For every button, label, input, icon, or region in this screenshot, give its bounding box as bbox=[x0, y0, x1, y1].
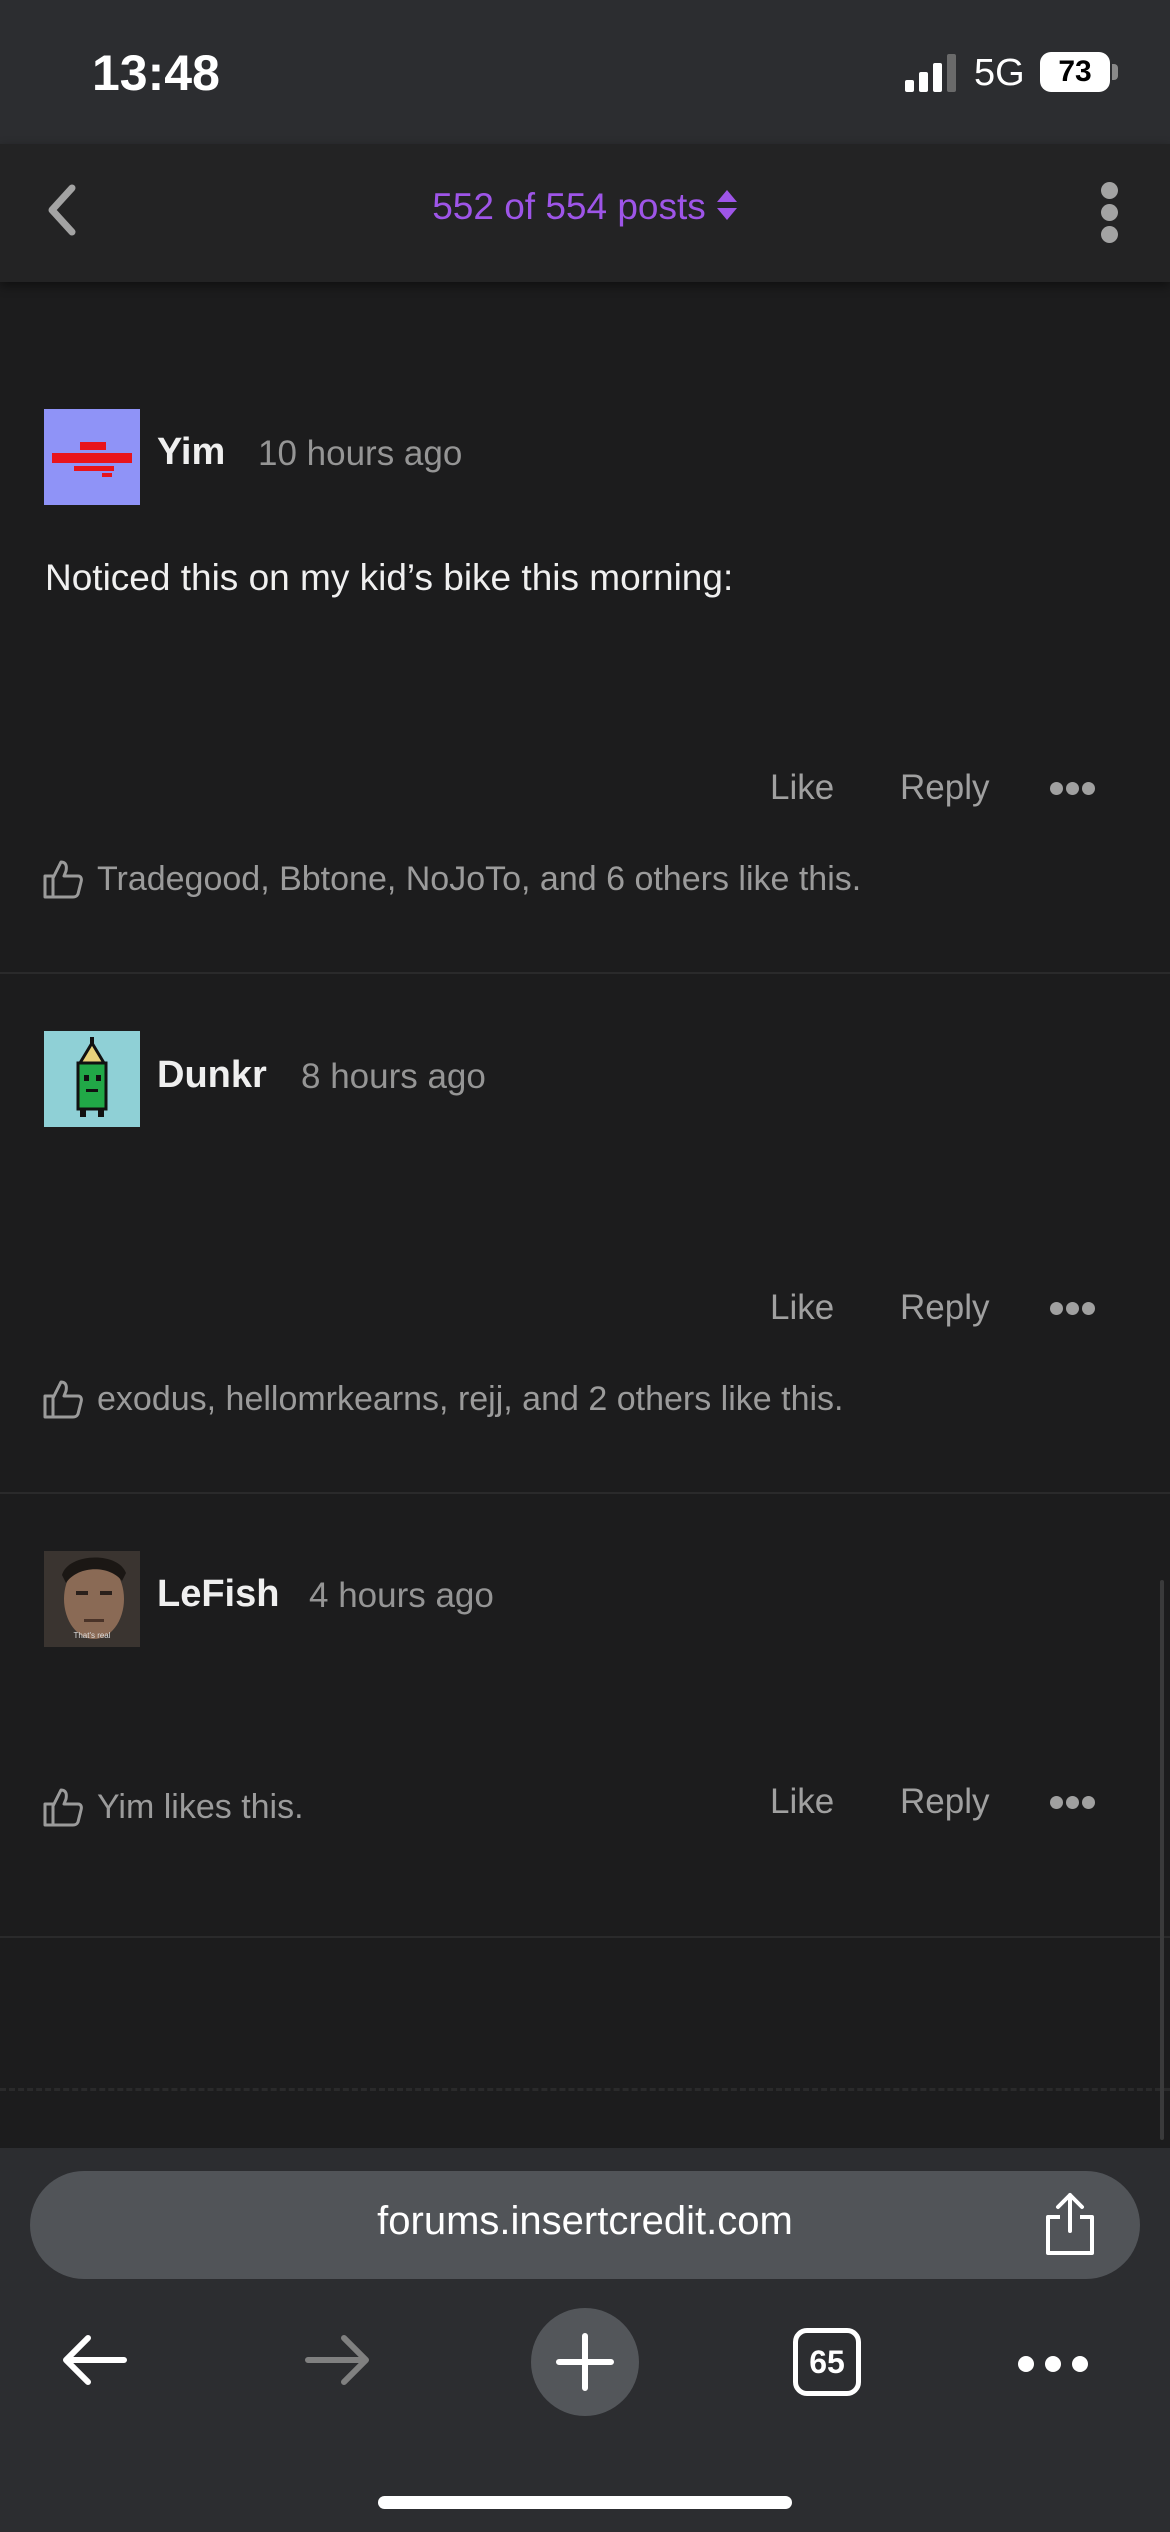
new-tab-button[interactable] bbox=[531, 2308, 639, 2416]
more-icon[interactable] bbox=[1018, 2356, 1088, 2372]
likers-text[interactable]: Yim likes this. bbox=[97, 1788, 304, 1827]
forward-arrow-icon[interactable] bbox=[302, 2330, 374, 2390]
plus-icon bbox=[556, 2333, 614, 2391]
post-body: Noticed this on my kid’s bike this morni… bbox=[45, 557, 734, 598]
reply-button[interactable]: Reply bbox=[900, 768, 989, 808]
like-button[interactable]: Like bbox=[770, 1288, 834, 1328]
like-button[interactable]: Like bbox=[770, 768, 834, 808]
sort-icon bbox=[716, 190, 737, 220]
avatar-lefish[interactable]: That's real bbox=[44, 1551, 140, 1647]
timeline-divider bbox=[0, 2088, 1170, 2091]
battery-nub bbox=[1112, 64, 1118, 80]
back-arrow-icon[interactable] bbox=[58, 2330, 130, 2390]
topic-header: 552 of 554 posts bbox=[0, 144, 1170, 282]
post-lefish: That's real LeFish 4 hours ago Yim likes… bbox=[0, 1494, 1170, 1938]
address-bar-url: forums.insertcredit.com bbox=[377, 2199, 793, 2243]
post-dunkr: Dunkr 8 hours ago Like Reply exodus, hel… bbox=[0, 974, 1170, 1494]
like-button[interactable]: Like bbox=[770, 1782, 834, 1822]
status-time: 13:48 bbox=[92, 45, 220, 101]
battery-icon: 73 bbox=[1040, 52, 1110, 92]
avatar-dunkr[interactable] bbox=[44, 1031, 140, 1127]
signal-icon bbox=[905, 54, 956, 92]
tabs-button[interactable]: 65 bbox=[793, 2328, 861, 2396]
post-username[interactable]: LeFish bbox=[157, 1573, 279, 1616]
home-indicator[interactable] bbox=[378, 2496, 792, 2509]
avatar-dunkr-image bbox=[76, 1037, 108, 1117]
post-counter-label: 552 of 554 posts bbox=[432, 186, 706, 227]
likers-text[interactable]: exodus, hellomrkearns, rejj, and 2 other… bbox=[97, 1380, 843, 1419]
reply-button[interactable]: Reply bbox=[900, 1288, 989, 1328]
status-bar: 13:48 5G 73 bbox=[0, 0, 1170, 144]
post-timestamp[interactable]: 8 hours ago bbox=[301, 1057, 486, 1097]
network-type: 5G bbox=[974, 52, 1025, 94]
more-dots-icon[interactable] bbox=[1050, 782, 1096, 798]
avatar-caption: That's real bbox=[73, 1631, 111, 1640]
post-timestamp[interactable]: 4 hours ago bbox=[309, 1576, 494, 1616]
likers-text[interactable]: Tradegood, Bbtone, NoJoTo, and 6 others … bbox=[97, 860, 861, 899]
post-username[interactable]: Dunkr bbox=[157, 1054, 267, 1097]
post-counter-button[interactable]: 552 of 554 posts bbox=[0, 186, 1170, 228]
avatar-yim[interactable] bbox=[44, 409, 140, 505]
thumbs-up-icon bbox=[43, 1788, 83, 1827]
post-yim: Yim 10 hours ago Noticed this on my kid’… bbox=[0, 282, 1170, 974]
more-dots-icon[interactable] bbox=[1050, 1302, 1096, 1318]
thumbs-up-icon bbox=[43, 860, 83, 899]
kebab-menu-icon[interactable] bbox=[1090, 180, 1130, 244]
post-timestamp[interactable]: 10 hours ago bbox=[258, 434, 462, 474]
avatar-yim-image bbox=[52, 442, 132, 477]
address-bar[interactable]: forums.insertcredit.com bbox=[30, 2171, 1140, 2279]
share-icon[interactable] bbox=[1040, 2191, 1100, 2257]
scrollbar[interactable] bbox=[1160, 1580, 1164, 2140]
more-dots-icon[interactable] bbox=[1050, 1796, 1096, 1812]
post-username[interactable]: Yim bbox=[157, 431, 225, 474]
reply-button[interactable]: Reply bbox=[900, 1782, 989, 1822]
thumbs-up-icon bbox=[43, 1380, 83, 1419]
browser-toolbar: forums.insertcredit.com 65 bbox=[0, 2148, 1170, 2532]
